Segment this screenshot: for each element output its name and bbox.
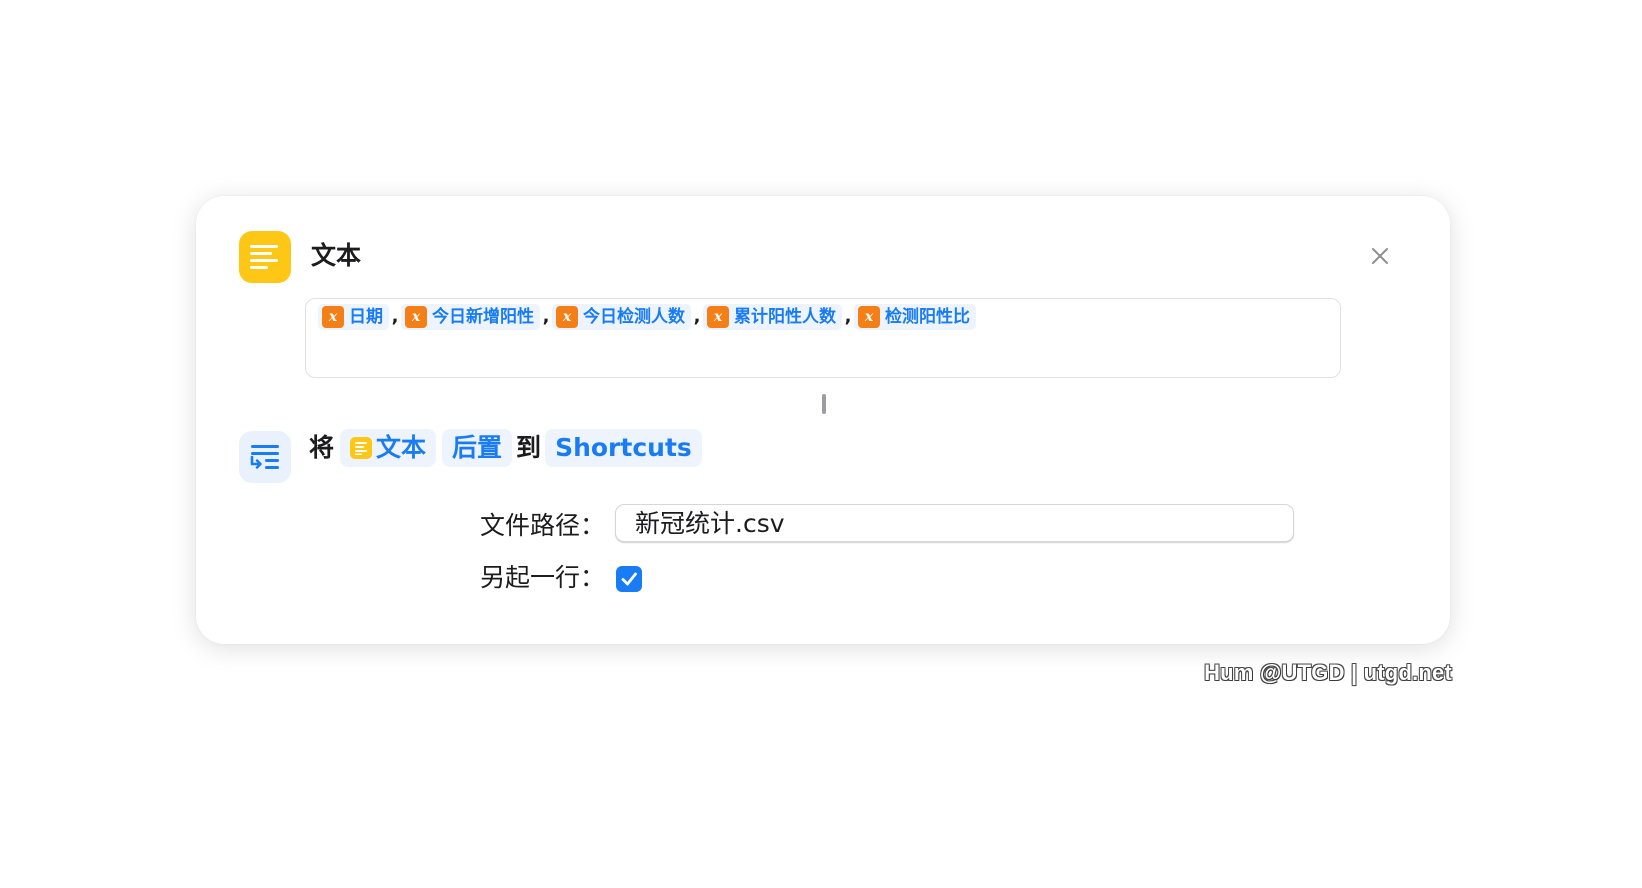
target-parameter-label: Shortcuts xyxy=(555,433,692,462)
variable-token[interactable]: x 今日检测人数 xyxy=(552,304,691,330)
append-action-icon xyxy=(239,431,291,483)
token-separator: , xyxy=(693,306,701,327)
variable-icon: x xyxy=(858,306,880,328)
variable-token-list: x 日期 , x 今日新增阳性 , x 今日检测人数 , x 累计阳性人数 , … xyxy=(318,304,976,330)
variable-token-label: 检测阳性比 xyxy=(885,307,970,327)
append-lines-icon xyxy=(250,445,279,469)
file-path-label: 文件路径： xyxy=(480,511,606,540)
text-action-title: 文本 xyxy=(311,241,362,270)
sentence-word-jiang: 将 xyxy=(309,433,335,462)
input-parameter-label: 文本 xyxy=(376,433,427,462)
variable-token-label: 日期 xyxy=(349,307,383,327)
token-separator: , xyxy=(844,306,852,327)
mode-parameter-label: 后置 xyxy=(452,433,503,462)
close-icon[interactable] xyxy=(1369,245,1391,267)
variable-token[interactable]: x 日期 xyxy=(318,304,389,330)
new-line-checkbox[interactable] xyxy=(616,566,642,592)
variable-icon: x xyxy=(322,306,344,328)
variable-token-label: 今日检测人数 xyxy=(583,307,685,327)
new-line-label: 另起一行： xyxy=(480,563,606,592)
target-parameter-pill[interactable]: Shortcuts xyxy=(545,429,702,467)
text-content-field[interactable]: x 日期 , x 今日新增阳性 , x 今日检测人数 , x 累计阳性人数 , … xyxy=(305,298,1341,378)
file-path-field[interactable]: 新冠统计.csv xyxy=(615,504,1294,542)
checkmark-icon xyxy=(621,572,637,586)
watermark-text: Hum @UTGD | utgd.net xyxy=(1204,660,1452,685)
variable-token[interactable]: x 今日新增阳性 xyxy=(401,304,540,330)
variable-token[interactable]: x 检测阳性比 xyxy=(854,304,976,330)
variable-token[interactable]: x 累计阳性人数 xyxy=(703,304,842,330)
sentence-word-dao: 到 xyxy=(516,433,542,462)
append-action-sentence: 将 文本 后置 到 Shortcuts xyxy=(309,428,702,468)
token-separator: , xyxy=(391,306,399,327)
variable-token-label: 累计阳性人数 xyxy=(734,307,836,327)
variable-icon: x xyxy=(707,306,729,328)
token-separator: , xyxy=(542,306,550,327)
variable-token-label: 今日新增阳性 xyxy=(432,307,534,327)
action-card: 文本 x 日期 , x 今日新增阳性 , x 今日检测人数 , x 累计阳性人数… xyxy=(196,196,1450,644)
text-document-icon xyxy=(350,437,373,459)
mode-parameter-pill[interactable]: 后置 xyxy=(442,429,513,467)
variable-icon: x xyxy=(405,306,427,328)
text-document-icon xyxy=(250,245,278,269)
action-connector xyxy=(822,394,826,414)
variable-icon: x xyxy=(556,306,578,328)
text-action-icon xyxy=(239,231,291,283)
input-parameter-pill[interactable]: 文本 xyxy=(340,429,437,467)
